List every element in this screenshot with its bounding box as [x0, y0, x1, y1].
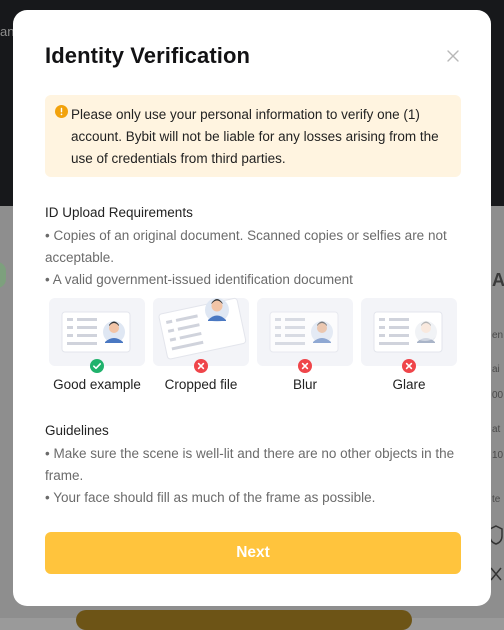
id-card-illustration — [61, 311, 131, 353]
example-label: Good example — [53, 377, 141, 392]
requirement-item: • Copies of an original document. Scanne… — [45, 228, 447, 265]
x-icon — [298, 359, 312, 373]
guideline-item: • Make sure the scene is well-lit and th… — [45, 446, 455, 483]
modal-title: Identity Verification — [45, 43, 251, 68]
id-card-illustration — [373, 311, 443, 353]
background-fragment: at — [492, 424, 501, 435]
background-fragment: ai — [492, 364, 500, 375]
example-card — [153, 297, 249, 366]
background-right-column: A en ai 00 at 10 te — [489, 206, 504, 618]
next-button[interactable]: Next — [45, 532, 461, 574]
example-card — [257, 298, 353, 366]
background-fragment: 00 — [492, 390, 504, 401]
background-button — [76, 610, 412, 630]
background-fragment: 10 — [492, 450, 504, 461]
guideline-item: • Your face should fill as much of the f… — [45, 490, 376, 505]
notice-text: Please only use your personal informatio… — [71, 107, 439, 166]
background-x-icon — [490, 567, 502, 581]
example-label: Blur — [292, 377, 317, 392]
check-icon — [90, 359, 104, 373]
x-icon — [402, 359, 416, 373]
example-card — [361, 298, 457, 366]
background-fragment: A — [492, 270, 504, 290]
background-fragment: en — [492, 330, 504, 341]
requirements-title: ID Upload Requirements — [45, 205, 193, 220]
warning-icon — [55, 105, 68, 118]
example-card — [49, 298, 145, 366]
example-label: Cropped file — [164, 377, 238, 392]
id-card-illustration — [158, 297, 247, 360]
id-card-illustration — [269, 311, 339, 353]
close-button[interactable] — [443, 46, 463, 66]
guidelines-title: Guidelines — [45, 423, 109, 438]
background-fragment: te — [492, 494, 501, 505]
x-icon — [194, 359, 208, 373]
example-images: Good example Cropped file Blur Glare — [49, 297, 457, 394]
requirement-item: • A valid government-issued identificati… — [45, 272, 353, 287]
identity-verification-modal: Identity Verification Please only use yo… — [13, 10, 491, 606]
warning-notice: Please only use your personal informatio… — [45, 95, 461, 177]
background-shield-icon — [489, 525, 503, 545]
close-icon[interactable] — [443, 46, 463, 66]
example-label: Glare — [392, 377, 426, 392]
